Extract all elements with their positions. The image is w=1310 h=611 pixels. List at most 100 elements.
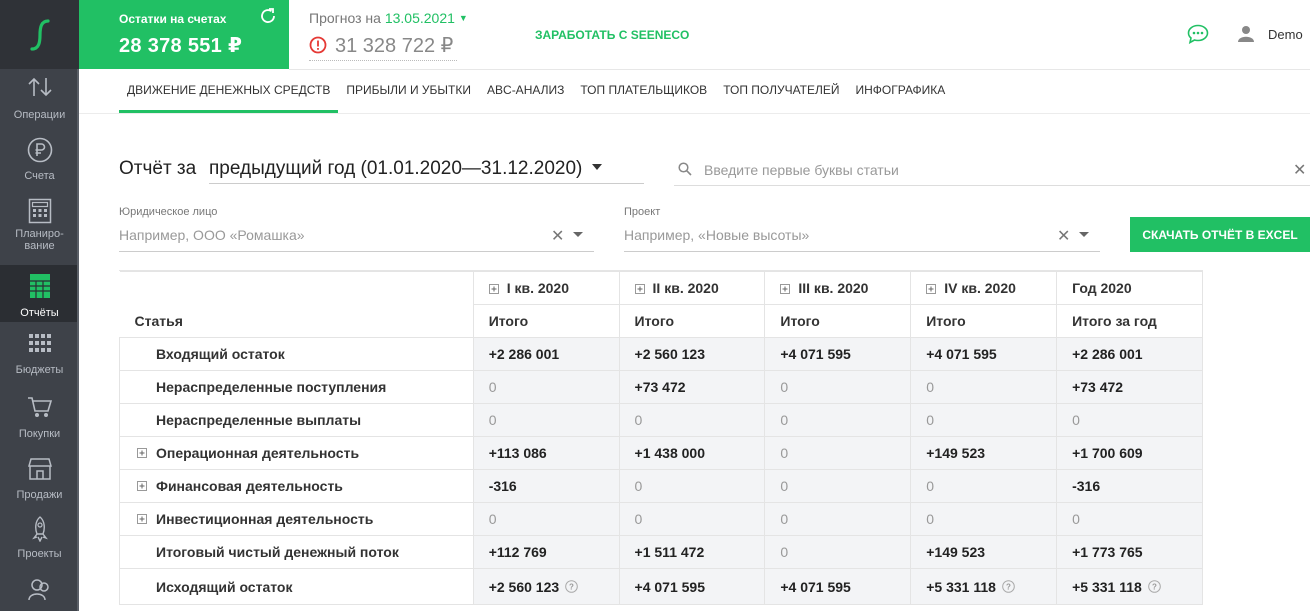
refresh-icon[interactable] (259, 7, 277, 25)
cell-value: 0 (634, 478, 643, 494)
sidebar-item-sales[interactable]: Продажи (0, 457, 79, 518)
close-icon[interactable]: ✕ (551, 226, 564, 246)
chat-icon[interactable] (1187, 24, 1209, 44)
table-cell: +1 773 765 (1056, 535, 1203, 569)
column-header-q1[interactable]: I кв. 2020 (472, 271, 620, 305)
app-logo[interactable] (0, 0, 79, 69)
table-cell: +2 286 001 (1056, 337, 1203, 371)
cell-value: 0 (780, 412, 789, 428)
expand-plus-icon[interactable] (634, 284, 645, 294)
expand-plus-icon[interactable] (137, 448, 147, 458)
table-row[interactable]: Инвестиционная деятельность 0 0 0 0 0 (119, 502, 1203, 536)
report-icon (29, 274, 50, 298)
forecast-date[interactable]: 13.05.2021 (385, 10, 455, 26)
user-icon[interactable] (1238, 25, 1254, 42)
svg-text:?: ? (1152, 582, 1157, 591)
table-cell: +4 071 595 (764, 337, 912, 371)
table-row[interactable]: Финансовая деятельность -316 0 0 0 -316 (119, 469, 1203, 503)
expand-plus-icon[interactable] (926, 284, 937, 294)
expand-plus-icon[interactable] (488, 284, 499, 294)
table-cell: 0 (764, 469, 912, 503)
cell-value: 0 (780, 379, 789, 395)
help-icon[interactable]: ? (1002, 579, 1015, 593)
forecast-selector[interactable]: Прогноз на 13.05.2021 ▼ (309, 10, 468, 26)
tab-infographics[interactable]: ИНФОГРАФИКА (856, 83, 946, 113)
help-icon[interactable]: ? (565, 579, 578, 593)
cell-value: +2 560 123 (634, 346, 706, 362)
expand-plus-icon[interactable] (137, 481, 147, 491)
row-name[interactable]: Финансовая деятельность (119, 469, 474, 503)
table-cell: +149 523 (910, 436, 1058, 470)
row-name[interactable]: Инвестиционная деятельность (119, 502, 474, 536)
report-tabs: ДВИЖЕНИЕ ДЕНЕЖНЫХ СРЕДСТВ ПРИБЫЛИ И УБЫТ… (119, 83, 961, 113)
tab-top-payers[interactable]: ТОП ПЛАТЕЛЬЩИКОВ (580, 83, 707, 113)
cell-value: 0 (780, 445, 789, 461)
project-input[interactable]: Например, «Новые высоты» (624, 227, 809, 243)
sidebar-item-reports[interactable]: Отчёты (0, 265, 79, 322)
table-row: Входящий остаток +2 286 001 +2 560 123 +4 0… (119, 337, 1203, 371)
sidebar-scrollbar[interactable] (77, 69, 79, 611)
tab-profit-loss[interactable]: ПРИБЫЛИ И УБЫТКИ (346, 83, 471, 113)
earn-link[interactable]: ЗАРАБОТАТЬ С SEENECO (535, 28, 689, 42)
cart-icon (27, 397, 52, 417)
svg-text:?: ? (1006, 582, 1011, 591)
tab-cash-flow[interactable]: ДВИЖЕНИЕ ДЕНЕЖНЫХ СРЕДСТВ (119, 83, 339, 113)
sidebar-item-budgets[interactable]: Бюджеты (0, 334, 79, 395)
cell-value: +149 523 (926, 445, 986, 461)
sidebar-item-purchases[interactable]: Покупки (0, 395, 79, 456)
tab-top-recipients[interactable]: ТОП ПОЛУЧАТЕЛЕЙ (723, 83, 839, 113)
table-cell: +5 331 118? (910, 568, 1058, 605)
cell-value: 0 (926, 511, 935, 527)
close-icon[interactable]: ✕ (1293, 160, 1306, 180)
row-name[interactable]: Операционная деятельность (119, 436, 474, 470)
row-name: Нераспределенные поступления (119, 370, 474, 404)
column-header-q3[interactable]: III кв. 2020 (764, 271, 912, 305)
sidebar-item-label: Проекты (17, 548, 62, 560)
table-cell: 0 (1056, 403, 1203, 437)
cell-value: 0 (488, 511, 497, 527)
cell-value: 0 (634, 511, 643, 527)
tab-abc-analysis[interactable]: ABC-АНАЛИЗ (487, 83, 564, 113)
sidebar-item-label: Отчёты (20, 307, 59, 319)
cell-value: +5 331 118 (926, 578, 996, 595)
sidebar-item-projects[interactable]: Проекты (0, 516, 79, 577)
cell-value: 0 (926, 412, 935, 428)
column-header-q2[interactable]: II кв. 2020 (618, 271, 766, 305)
sidebar-item-label: Операции (13, 109, 66, 121)
table-cell: +2 560 123? (472, 568, 620, 605)
table-cell: 0 (472, 502, 620, 536)
table-cell: +73 472 (1056, 370, 1203, 404)
expand-plus-icon[interactable] (137, 514, 147, 524)
caret-down-icon[interactable] (1079, 232, 1089, 237)
download-excel-button[interactable]: СКАЧАТЬ ОТЧЁТ В EXCEL (1130, 217, 1310, 252)
user-name[interactable]: Demo (1268, 27, 1303, 42)
forecast-value-row: 31 328 722 ₽ (309, 33, 453, 58)
sidebar-item-accounts[interactable]: Счета (0, 137, 79, 198)
rocket-icon (31, 516, 48, 542)
subheader: Итого за год (1056, 304, 1203, 338)
cell-value: 0 (488, 379, 497, 395)
table-cell: 0 (910, 403, 1058, 437)
column-header-q4[interactable]: IV кв. 2020 (910, 271, 1058, 305)
balance-panel[interactable]: Остатки на счетах 28 378 551 ₽ (79, 0, 289, 69)
arrows-icon (27, 77, 52, 97)
table-cell: +1 438 000 (618, 436, 766, 470)
cell-value: -316 (1072, 478, 1101, 494)
sidebar-item-operations[interactable]: Операции (0, 76, 79, 137)
sidebar-item-label: Счета (24, 170, 55, 182)
close-icon[interactable]: ✕ (1057, 226, 1070, 246)
period-selector[interactable]: предыдущий год (01.01.2020—31.12.2020) (209, 158, 603, 180)
sidebar-item-label: Продажи (16, 489, 63, 501)
row-name: Исходящий остаток (119, 568, 474, 605)
sidebar-item-contacts[interactable] (0, 577, 79, 611)
table-body: Входящий остаток +2 286 001 +2 560 123 +4 0… (119, 337, 1203, 605)
sidebar-item-planning[interactable]: Планиро- вание (0, 198, 79, 259)
search-icon (678, 162, 692, 176)
table-row[interactable]: Операционная деятельность +113 086 +1 438 … (119, 436, 1203, 470)
entity-input[interactable]: Например, ООО «Ромашка» (119, 227, 305, 243)
caret-down-icon[interactable] (573, 232, 583, 237)
help-icon[interactable]: ? (1147, 579, 1161, 593)
article-search-input[interactable] (704, 160, 1284, 180)
svg-text:?: ? (569, 582, 574, 591)
expand-plus-icon[interactable] (780, 284, 791, 294)
